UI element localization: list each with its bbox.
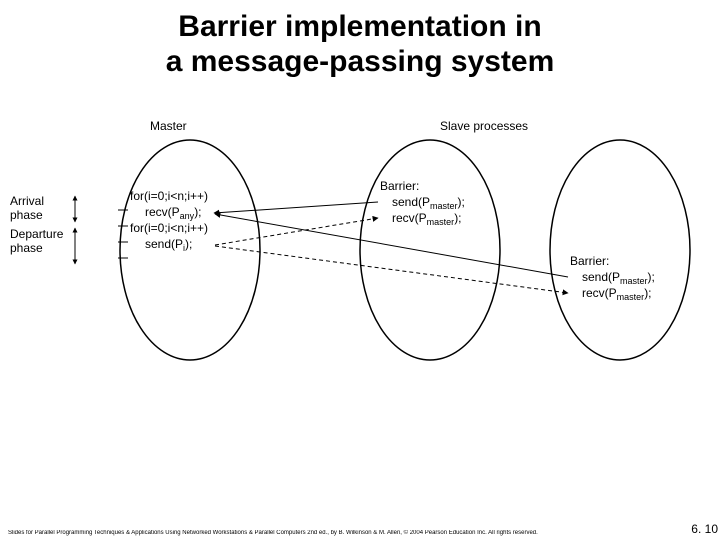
- svg-text:recv(Pany);: recv(Pany);: [145, 205, 202, 221]
- arrival-label: Arrival: [10, 194, 44, 208]
- phase2-label: phase: [10, 241, 43, 255]
- svg-text:send(Pmaster);: send(Pmaster);: [392, 195, 465, 211]
- svg-text:Barrier:: Barrier:: [570, 254, 609, 268]
- page-number: 6. 10: [691, 522, 718, 536]
- departure-label: Departure: [10, 227, 64, 241]
- svg-text:for(i=0;i<n;i++): for(i=0;i<n;i++): [130, 189, 208, 203]
- svg-text:Barrier:: Barrier:: [380, 179, 419, 193]
- slave2-code: Barrier: send(Pmaster); recv(Pmaster);: [570, 254, 655, 302]
- svg-text:recv(Pmaster);: recv(Pmaster);: [582, 286, 652, 302]
- svg-text:recv(Pmaster);: recv(Pmaster);: [392, 211, 462, 227]
- svg-text:send(Pmaster);: send(Pmaster);: [582, 270, 655, 286]
- slide: Barrier implementation in a message-pass…: [0, 0, 720, 540]
- msg-slave2-recv: [215, 246, 568, 293]
- slaves-label: Slave processes: [440, 119, 528, 133]
- slide-title: Barrier implementation in a message-pass…: [0, 10, 720, 79]
- slave-ellipse-2: [550, 140, 690, 360]
- msg-slave1-send: [214, 202, 378, 213]
- svg-text:for(i=0;i<n;i++): for(i=0;i<n;i++): [130, 221, 208, 235]
- master-label: Master: [150, 119, 187, 133]
- master-code: for(i=0;i<n;i++) recv(Pany); for(i=0;i<n…: [130, 189, 208, 253]
- footer-text: Slides for Parallel Programming Techniqu…: [8, 530, 680, 536]
- barrier-diagram: Master Slave processes Arrival phase Dep…: [0, 100, 720, 500]
- title-line-1: Barrier implementation in: [178, 10, 541, 43]
- slave-ellipse-1: [360, 140, 500, 360]
- phase1-label: phase: [10, 208, 43, 222]
- msg-slave1-recv: [215, 218, 378, 245]
- svg-text:send(Pi);: send(Pi);: [145, 237, 192, 253]
- slave1-code: Barrier: send(Pmaster); recv(Pmaster);: [380, 179, 465, 227]
- title-line-2: a message-passing system: [166, 45, 555, 78]
